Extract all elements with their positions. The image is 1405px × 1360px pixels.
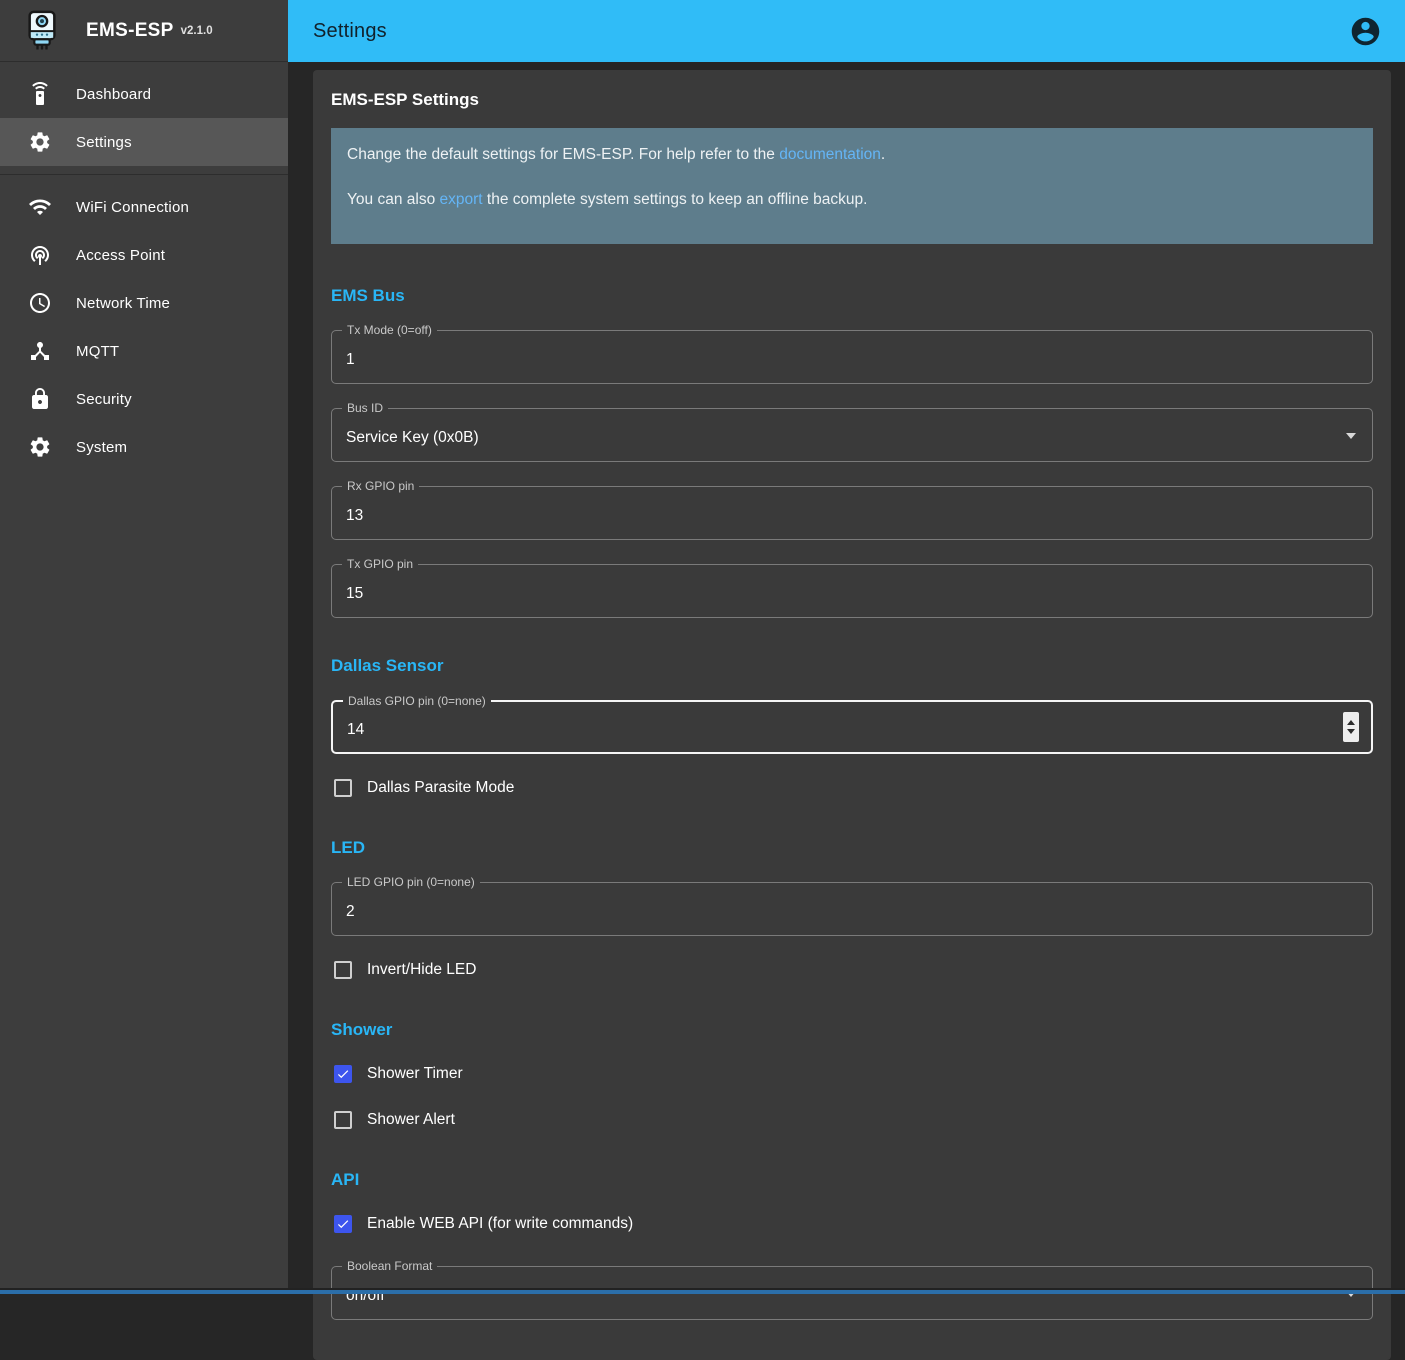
- sidebar-item-label: MQTT: [76, 343, 119, 360]
- checkbox-label: Invert/Hide LED: [367, 961, 476, 979]
- section-title-dallas-sensor: Dallas Sensor: [331, 656, 1373, 676]
- shower-alert-checkbox-row[interactable]: Shower Alert: [331, 1108, 1373, 1132]
- dallas-gpio-input[interactable]: Dallas GPIO pin (0=none) 14: [331, 700, 1373, 754]
- field-value: 15: [346, 585, 363, 603]
- field-value: 14: [347, 721, 364, 739]
- number-spinner[interactable]: [1343, 712, 1359, 742]
- sidebar-item-mqtt[interactable]: MQTT: [0, 327, 288, 375]
- field-value: 2: [346, 903, 355, 921]
- sidebar-item-settings[interactable]: Settings: [0, 118, 288, 166]
- checkbox-icon: [334, 1111, 352, 1129]
- info-line-1: Change the default settings for EMS-ESP.…: [347, 145, 1357, 166]
- sidebar-item-wifi-connection[interactable]: WiFi Connection: [0, 183, 288, 231]
- sidebar-item-security[interactable]: Security: [0, 375, 288, 423]
- sidebar-item-dashboard[interactable]: Dashboard: [0, 70, 288, 118]
- tx-gpio-input[interactable]: Tx GPIO pin 15: [331, 564, 1373, 618]
- gear-icon: [28, 130, 52, 154]
- wifi-tethering-icon: [28, 243, 52, 267]
- sidebar-item-label: WiFi Connection: [76, 199, 189, 216]
- info-text: the complete system settings to keep an …: [483, 191, 868, 208]
- sidebar-item-label: Access Point: [76, 247, 165, 264]
- tx-mode-input[interactable]: Tx Mode (0=off) 1: [331, 330, 1373, 384]
- field-label: Rx GPIO pin: [342, 479, 419, 494]
- bottom-strip: [0, 1288, 1405, 1294]
- shower-timer-checkbox-row[interactable]: Shower Timer: [331, 1062, 1373, 1086]
- checkbox-label: Enable WEB API (for write commands): [367, 1215, 633, 1233]
- field-label: Tx GPIO pin: [342, 557, 418, 572]
- brand-version: v2.1.0: [181, 25, 213, 37]
- field-label: Boolean Format: [342, 1259, 437, 1274]
- card-title: EMS-ESP Settings: [331, 90, 1373, 110]
- spinner-up-icon[interactable]: [1347, 720, 1355, 725]
- brand-header: EMS-ESP v2.1.0: [0, 0, 288, 62]
- info-box: Change the default settings for EMS-ESP.…: [331, 128, 1373, 244]
- section-title-api: API: [331, 1170, 1373, 1190]
- boiler-icon: [22, 8, 62, 54]
- field-label: Dallas GPIO pin (0=none): [343, 694, 491, 709]
- info-text: You can also: [347, 191, 440, 208]
- checkbox-icon: [334, 1065, 352, 1083]
- field-value: 13: [346, 507, 363, 525]
- invert-led-checkbox-row[interactable]: Invert/Hide LED: [331, 958, 1373, 982]
- lock-icon: [28, 387, 52, 411]
- info-line-2: You can also export the complete system …: [347, 190, 1357, 211]
- bus-id-select[interactable]: Bus ID Service Key (0x0B): [331, 408, 1373, 462]
- remote-icon: [28, 82, 52, 106]
- dallas-parasite-checkbox-row[interactable]: Dallas Parasite Mode: [331, 776, 1373, 800]
- export-link[interactable]: export: [440, 191, 483, 208]
- field-label: Tx Mode (0=off): [342, 323, 437, 338]
- gear-icon: [28, 435, 52, 459]
- sidebar-item-network-time[interactable]: Network Time: [0, 279, 288, 327]
- sidebar-item-label: System: [76, 439, 127, 456]
- documentation-link[interactable]: documentation: [779, 146, 881, 163]
- checkbox-icon: [334, 1215, 352, 1233]
- field-label: Bus ID: [342, 401, 388, 416]
- sidebar-nav: Dashboard Settings WiFi Connection Acces…: [0, 62, 288, 471]
- spinner-down-icon[interactable]: [1347, 729, 1355, 734]
- checkbox-label: Shower Alert: [367, 1111, 455, 1129]
- sidebar-item-system[interactable]: System: [0, 423, 288, 471]
- settings-card: EMS-ESP Settings Change the default sett…: [313, 70, 1391, 1360]
- led-gpio-input[interactable]: LED GPIO pin (0=none) 2: [331, 882, 1373, 936]
- checkbox-icon: [334, 961, 352, 979]
- main-content: EMS-ESP Settings Change the default sett…: [288, 62, 1405, 1294]
- checkbox-label: Dallas Parasite Mode: [367, 779, 514, 797]
- sidebar-item-access-point[interactable]: Access Point: [0, 231, 288, 279]
- sidebar-item-label: Network Time: [76, 295, 170, 312]
- page-title: Settings: [313, 20, 387, 43]
- dropdown-arrow-icon: [1346, 433, 1356, 439]
- checkbox-icon: [334, 779, 352, 797]
- device-hub-icon: [28, 339, 52, 363]
- field-label: LED GPIO pin (0=none): [342, 875, 480, 890]
- rx-gpio-input[interactable]: Rx GPIO pin 13: [331, 486, 1373, 540]
- section-title-ems-bus: EMS Bus: [331, 286, 1373, 306]
- section-title-led: LED: [331, 838, 1373, 858]
- sidebar-item-label: Settings: [76, 134, 132, 151]
- clock-icon: [28, 291, 52, 315]
- info-text: Change the default settings for EMS-ESP.…: [347, 146, 779, 163]
- brand-name: EMS-ESP: [86, 20, 174, 42]
- enable-web-api-checkbox-row[interactable]: Enable WEB API (for write commands): [331, 1212, 1373, 1236]
- field-value: 1: [346, 351, 355, 369]
- wifi-icon: [28, 195, 52, 219]
- account-circle-icon[interactable]: [1347, 13, 1383, 49]
- sidebar-item-label: Security: [76, 391, 132, 408]
- sidebar-item-label: Dashboard: [76, 86, 151, 103]
- info-text: .: [881, 146, 885, 163]
- checkbox-label: Shower Timer: [367, 1065, 463, 1083]
- field-value: Service Key (0x0B): [346, 429, 479, 447]
- appbar: Settings: [288, 0, 1405, 62]
- sidebar: EMS-ESP v2.1.0 Dashboard Settings WiFi C…: [0, 0, 288, 1294]
- sidebar-divider: [0, 174, 288, 175]
- section-title-shower: Shower: [331, 1020, 1373, 1040]
